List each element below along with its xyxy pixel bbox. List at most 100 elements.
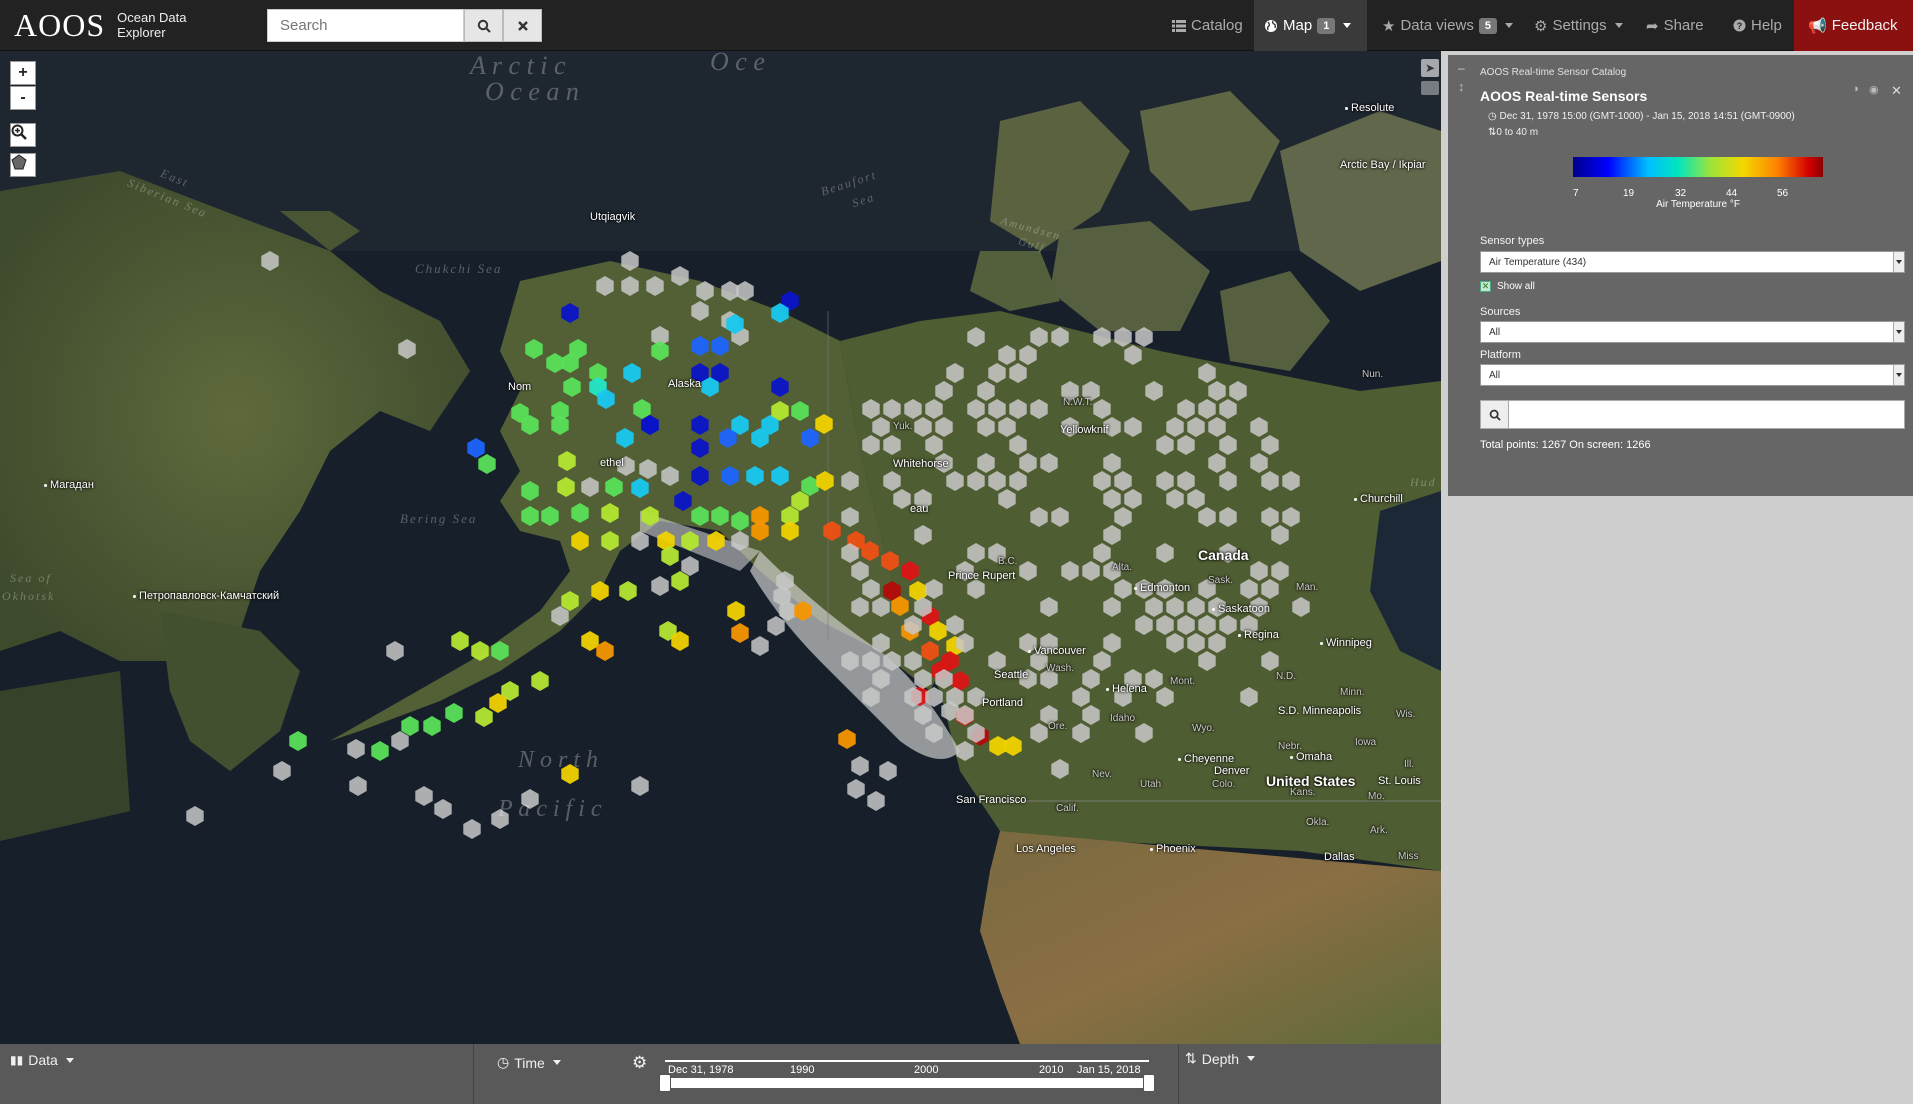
city-label: S.D. Minneapolis	[1278, 705, 1362, 717]
sea-label: Chukchi Sea	[415, 261, 503, 276]
clock-icon: ◷	[497, 1054, 510, 1070]
region-label: Man.	[1296, 582, 1319, 593]
sources-label: Sources	[1480, 306, 1521, 318]
region-label: Miss	[1398, 851, 1419, 862]
region-label: Wash.	[1046, 663, 1074, 674]
drag-handle-icon[interactable]: ↕	[1458, 79, 1465, 94]
region-label: Nev.	[1092, 769, 1112, 780]
sea-label: Okhotsk	[2, 589, 56, 603]
data-views-count-badge: 5	[1478, 17, 1497, 34]
chevron-down-icon	[1343, 23, 1352, 28]
city-label: Saskatoon	[1212, 603, 1270, 615]
region-label: N.D.	[1276, 671, 1296, 682]
logo-line2: Explorer	[117, 25, 166, 40]
region-label: Ill.	[1404, 759, 1414, 770]
legend-tick: 19	[1623, 188, 1635, 199]
end-date-label: Jan 15, 2018	[1077, 1064, 1141, 1076]
city-label: Churchill	[1354, 493, 1403, 505]
nav-data-views-label: Data views	[1400, 17, 1474, 34]
start-handle[interactable]	[659, 1074, 671, 1092]
start-date-label: Dec 31, 1978	[668, 1064, 734, 1076]
data-menu-button[interactable]: ▮▮ Data	[10, 1052, 74, 1068]
legend-tick: 7	[1573, 188, 1579, 199]
nav-settings[interactable]: ⚙ Settings	[1524, 0, 1633, 51]
point-totals: Total points: 1267 On screen: 1266	[1480, 439, 1651, 451]
right-panel: – ↕ AOOS Real-time Sensor Catalog AOOS R…	[1441, 51, 1913, 1104]
depth-menu-label: Depth	[1201, 1050, 1240, 1067]
visibility-icon[interactable]: ◑	[1852, 83, 1859, 95]
chevron-down-icon	[1614, 23, 1623, 28]
zoom-out-button[interactable]: -	[10, 86, 36, 110]
chevron-right-icon: ➤	[1424, 61, 1436, 75]
clear-search-button[interactable]	[503, 9, 542, 42]
panel-toggle-button[interactable]	[1421, 81, 1439, 95]
city-label: Магадан	[44, 479, 94, 491]
region-label: Yuk.	[893, 421, 913, 432]
nav-settings-label: Settings	[1552, 17, 1607, 34]
show-all-checkbox[interactable]: ✕ Show all	[1480, 281, 1535, 292]
collapse-card-button[interactable]: –	[1458, 61, 1465, 75]
depth-menu-button[interactable]: ⇅ Depth	[1185, 1050, 1256, 1067]
zoom-box-button[interactable]	[10, 123, 36, 147]
country-label: United States	[1266, 773, 1356, 789]
filter-search-input[interactable]	[1480, 400, 1905, 429]
colorbar-legend	[1573, 157, 1823, 177]
city-label: ethel	[600, 457, 624, 469]
nav-map[interactable]: Map 1	[1254, 0, 1367, 51]
year-tick: 2010	[1039, 1064, 1064, 1076]
ocean-data-explorer: { "brand": {"logo_text": "AOOS", "line1"…	[0, 0, 1913, 1104]
nav-catalog[interactable]: Catalog	[1162, 0, 1253, 51]
nav-help[interactable]: ? Help	[1723, 0, 1792, 51]
ocean-label: O c e a n	[485, 77, 579, 106]
chevron-down-icon	[552, 1060, 561, 1065]
region-label: Idaho	[1110, 713, 1136, 724]
zoom-in-button[interactable]: +	[10, 61, 36, 85]
time-range-bar[interactable]	[665, 1078, 1149, 1088]
nav-data-views[interactable]: ★ Data views 5	[1372, 0, 1523, 51]
time-menu-button[interactable]: ◷ Time	[497, 1054, 561, 1071]
chevron-down-icon	[1504, 23, 1513, 28]
ocean-label: O c e	[710, 51, 765, 76]
nav-feedback[interactable]: 📢 Feedback	[1794, 0, 1913, 51]
time-slider[interactable]: Dec 31, 1978 1990 2000 2010 Jan 15, 2018	[659, 1054, 1155, 1092]
draw-polygon-button[interactable]	[10, 153, 36, 177]
chevron-down-icon	[1893, 322, 1904, 342]
collapse-panel-button[interactable]: ➤	[1421, 59, 1439, 77]
city-label: Omaha	[1290, 751, 1332, 763]
aoos-logo[interactable]: AOOS Ocean Data Explorer	[14, 9, 187, 41]
data-menu-label: Data	[28, 1052, 58, 1068]
search-input[interactable]	[267, 9, 464, 42]
region-label: Nun.	[1362, 369, 1384, 380]
region-label: Alaska	[668, 378, 702, 390]
region-label: N.W.T.	[1063, 397, 1093, 408]
chevron-down-icon	[65, 1057, 74, 1063]
platform-select[interactable]: All	[1480, 364, 1905, 386]
time-slider-track	[665, 1060, 1149, 1062]
city-label: Nom	[508, 381, 532, 393]
sources-select[interactable]: All	[1480, 321, 1905, 343]
city-label: Utqiagvik	[590, 211, 636, 223]
zoom-magnifier-icon	[11, 124, 27, 140]
eye-icon[interactable]: ◉	[1869, 83, 1879, 96]
region-label: Ark.	[1370, 825, 1388, 836]
close-icon[interactable]: ✕	[1891, 83, 1902, 99]
megaphone-icon: 📢	[1808, 17, 1827, 35]
search-icon	[477, 19, 491, 33]
nav-map-label: Map	[1283, 17, 1313, 34]
time-menu-label: Time	[514, 1054, 545, 1071]
map-canvas[interactable]: A r c t i c O c e a n O c e N o r t h P …	[0, 51, 1441, 1044]
logo-line1: Ocean Data	[117, 10, 187, 25]
time-settings-button[interactable]: ⚙	[632, 1053, 647, 1073]
ocean-label: P a c i f i c	[498, 796, 602, 822]
catalog-name: AOOS Real-time Sensor Catalog	[1480, 67, 1627, 78]
search-button[interactable]	[464, 9, 503, 42]
city-label: Portland	[982, 697, 1023, 709]
nav-share[interactable]: ➦ Share	[1636, 0, 1714, 51]
top-navbar: AOOS Ocean Data Explorer Catalog Map 1 ★…	[0, 0, 1913, 51]
sea-label: Sea of	[10, 571, 52, 585]
time-range-text: Dec 31, 1978 15:00 (GMT-1000) - Jan 15, …	[1499, 111, 1795, 122]
end-handle[interactable]	[1143, 1074, 1155, 1092]
sensor-types-select[interactable]: Air Temperature (434)	[1480, 251, 1905, 273]
nav-catalog-label: Catalog	[1191, 17, 1243, 34]
region-label: Minn.	[1340, 687, 1365, 698]
